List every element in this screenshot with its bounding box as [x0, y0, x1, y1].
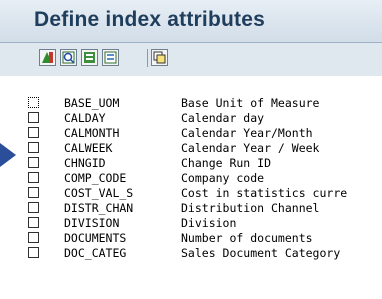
- list-item[interactable]: CALWEEK Calendar Year / Week: [0, 141, 382, 156]
- attribute-description: Cost in statistics curre: [181, 186, 348, 200]
- attribute-code: COMP_CODE: [64, 171, 127, 185]
- list-item[interactable]: DIVISION Division: [0, 216, 382, 231]
- attribute-checkbox[interactable]: [28, 112, 39, 123]
- attribute-description: Distribution Channel: [181, 201, 320, 215]
- attribute-code: DOC_CATEG: [64, 246, 127, 260]
- attribute-code: BASE_UOM: [64, 96, 120, 110]
- attribute-checkbox[interactable]: [28, 247, 39, 258]
- attribute-description: Calendar Year/Month: [181, 126, 313, 140]
- attribute-checkbox[interactable]: [28, 202, 39, 213]
- attribute-checkbox[interactable]: [28, 187, 39, 198]
- attribute-checkbox[interactable]: [28, 157, 39, 168]
- list-item[interactable]: DOCUMENTS Number of documents: [0, 231, 382, 246]
- attribute-description: Division: [181, 216, 237, 230]
- detail-icon[interactable]: [60, 49, 77, 66]
- attribute-list: BASE_UOM Base Unit of Measure CALDAY Cal…: [0, 96, 382, 299]
- attribute-code: CALWEEK: [64, 141, 113, 155]
- attribute-description: Sales Document Category: [181, 246, 341, 260]
- attribute-checkbox[interactable]: [28, 97, 39, 108]
- dialog-title: Define index attributes: [34, 8, 265, 31]
- copy-icon[interactable]: [151, 49, 168, 66]
- deselect-all-icon[interactable]: [102, 49, 119, 66]
- attribute-code: CALDAY: [64, 111, 106, 125]
- list-item[interactable]: DOC_CATEG Sales Document Category: [0, 246, 382, 261]
- attribute-code: CHNGID: [64, 156, 106, 170]
- attribute-code: COST_VAL_S: [64, 186, 134, 200]
- dialog-title-bar: Define index attributes: [0, 0, 382, 43]
- list-item[interactable]: CALDAY Calendar day: [0, 111, 382, 126]
- attribute-code: DIVISION: [64, 216, 120, 230]
- list-item[interactable]: CHNGID Change Run ID: [0, 156, 382, 171]
- attribute-description: Calendar Year / Week: [181, 141, 320, 155]
- attribute-checkbox[interactable]: [28, 127, 39, 138]
- sort-icon[interactable]: [39, 49, 56, 66]
- list-item[interactable]: COST_VAL_S Cost in statistics curre: [0, 186, 382, 201]
- attribute-description: Number of documents: [181, 231, 313, 245]
- toolbar-separator: [147, 49, 148, 67]
- select-all-icon[interactable]: [81, 49, 98, 66]
- attribute-code: DOCUMENTS: [64, 231, 127, 245]
- list-item[interactable]: COMP_CODE Company code: [0, 171, 382, 186]
- attribute-description: Change Run ID: [181, 156, 272, 170]
- list-item[interactable]: BASE_UOM Base Unit of Measure: [0, 96, 382, 111]
- list-item[interactable]: CALMONTH Calendar Year/Month: [0, 126, 382, 141]
- attribute-description: Company code: [181, 171, 265, 185]
- attribute-checkbox[interactable]: [28, 142, 39, 153]
- attribute-code: CALMONTH: [64, 126, 120, 140]
- list-item[interactable]: DISTR_CHAN Distribution Channel: [0, 201, 382, 216]
- attribute-checkbox[interactable]: [28, 172, 39, 183]
- attribute-checkbox[interactable]: [28, 217, 39, 228]
- attribute-description: Base Unit of Measure: [181, 96, 320, 110]
- attribute-description: Calendar day: [181, 111, 265, 125]
- toolbar: [0, 43, 382, 76]
- attribute-checkbox[interactable]: [28, 232, 39, 243]
- attribute-code: DISTR_CHAN: [64, 201, 134, 215]
